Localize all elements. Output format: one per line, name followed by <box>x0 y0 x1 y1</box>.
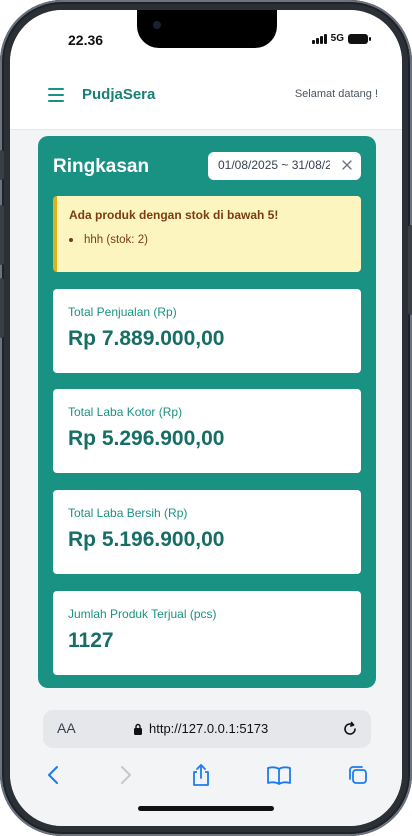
url-text[interactable]: http://127.0.0.1:5173 <box>149 721 268 736</box>
summary-title: Ringkasan <box>53 156 150 177</box>
stat-card-products-sold: Jumlah Produk Terjual (pcs) 1127 <box>53 591 361 675</box>
address-bar[interactable]: AA http://127.0.0.1:5173 <box>43 710 371 748</box>
home-indicator[interactable] <box>138 806 274 811</box>
signal-icon <box>311 33 327 44</box>
text-size-button[interactable]: AA <box>57 720 76 736</box>
stat-value: Rp 7.889.000,00 <box>68 327 225 350</box>
camera-icon <box>153 21 161 29</box>
tabs-button[interactable] <box>345 762 371 788</box>
stat-label: Total Laba Bersih (Rp) <box>68 506 188 520</box>
network-type: 5G <box>330 33 344 44</box>
volume-up-button <box>0 205 4 265</box>
screen: 22.36 5G PudjaSera Selamat datang ! Ring… <box>10 10 402 826</box>
status-indicators: 5G <box>311 33 371 44</box>
reload-icon[interactable] <box>341 720 359 738</box>
battery-icon <box>348 33 371 44</box>
notch <box>137 10 277 48</box>
bookmarks-button[interactable] <box>266 762 292 788</box>
stat-label: Jumlah Produk Terjual (pcs) <box>68 607 217 621</box>
browser-toolbar <box>10 762 402 792</box>
close-icon[interactable] <box>340 158 354 172</box>
greeting-text: Selamat datang ! <box>294 88 378 100</box>
summary-card: Ringkasan 01/08/2025 ~ 31/08/2025 Ada pr… <box>38 136 376 688</box>
power-button <box>408 225 412 315</box>
stat-value: Rp 5.196.900,00 <box>68 528 225 551</box>
book-icon <box>267 766 291 785</box>
brand-title[interactable]: PudjaSera <box>82 86 155 103</box>
stat-value: 1127 <box>68 629 114 652</box>
url-display[interactable]: http://127.0.0.1:5173 <box>133 721 268 736</box>
chevron-right-icon <box>121 766 131 784</box>
app-header: PudjaSera Selamat datang ! <box>10 66 402 130</box>
phone-frame: 22.36 5G PudjaSera Selamat datang ! Ring… <box>0 0 412 836</box>
forward-button[interactable] <box>113 762 139 788</box>
bullet-icon <box>69 238 73 242</box>
stat-card-total-sales: Total Penjualan (Rp) Rp 7.889.000,00 <box>53 289 361 373</box>
share-button[interactable] <box>188 762 214 788</box>
alert-title: Ada produk dengan stok di bawah 5! <box>69 208 279 222</box>
back-button[interactable] <box>40 762 66 788</box>
volume-down-button <box>0 278 4 338</box>
stat-label: Total Penjualan (Rp) <box>68 305 177 319</box>
share-icon <box>193 764 209 786</box>
stat-value: Rp 5.296.900,00 <box>68 427 225 450</box>
status-time: 22.36 <box>68 32 104 48</box>
chevron-left-icon <box>48 766 58 784</box>
alert-item-text: hhh (stok: 2) <box>84 234 148 246</box>
date-range-picker[interactable]: 01/08/2025 ~ 31/08/2025 <box>208 152 361 180</box>
lock-icon <box>134 723 142 735</box>
status-bar: 22.36 5G <box>10 10 402 66</box>
stat-card-net-profit: Total Laba Bersih (Rp) Rp 5.196.900,00 <box>53 490 361 574</box>
stat-card-gross-profit: Total Laba Kotor (Rp) Rp 5.296.900,00 <box>53 389 361 473</box>
date-range-value[interactable]: 01/08/2025 ~ 31/08/2025 <box>218 158 330 172</box>
stat-label: Total Laba Kotor (Rp) <box>68 405 183 419</box>
low-stock-alert: Ada produk dengan stok di bawah 5! hhh (… <box>53 196 361 272</box>
hamburger-icon[interactable] <box>48 88 64 102</box>
browser-bar: AA http://127.0.0.1:5173 <box>10 700 402 826</box>
alert-list-item: hhh (stok: 2) <box>69 234 148 246</box>
mute-switch <box>0 150 4 180</box>
tabs-icon <box>349 766 367 784</box>
